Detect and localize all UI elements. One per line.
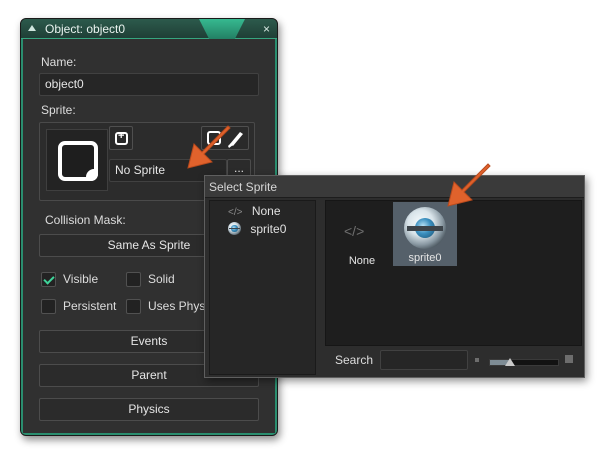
solid-checkbox[interactable] — [126, 272, 141, 287]
tree-item-none[interactable]: </> None — [228, 204, 281, 218]
grid-tile-label: sprite0 — [408, 252, 442, 264]
sprite-preview — [46, 129, 108, 191]
window-border-left — [21, 39, 23, 435]
persistent-label: Persistent — [63, 299, 117, 313]
sprite-tree-panel: </> None sprite0 — [209, 200, 316, 375]
zoom-slider-thumb[interactable] — [505, 358, 516, 366]
grid-tile-label: None — [348, 255, 376, 267]
physics-button[interactable]: Physics — [39, 398, 259, 421]
visible-label: Visible — [63, 272, 99, 286]
window-border-bottom — [21, 433, 277, 435]
search-label: Search — [335, 353, 374, 367]
grid-tile-none[interactable]: </> None — [330, 205, 394, 269]
grid-tile-sprite0[interactable]: sprite0 — [393, 202, 457, 266]
sprite-label: Sprite: — [41, 103, 76, 117]
sprite-grid-panel: </> None sprite0 — [325, 200, 582, 346]
select-sprite-popup: Select Sprite </> None sprite0 </> None … — [204, 175, 585, 378]
annotation-arrow-sprite-field — [187, 125, 231, 169]
zoom-in-icon[interactable] — [565, 355, 573, 363]
annotation-arrow-sprite0 — [447, 163, 491, 207]
select-sprite-title: Select Sprite — [209, 180, 278, 194]
name-label: Name: — [41, 55, 77, 69]
uses-physics-checkbox[interactable] — [126, 299, 141, 314]
select-sprite-titlebar[interactable]: Select Sprite — [205, 176, 584, 198]
search-input[interactable] — [380, 350, 468, 370]
no-sprite-placeholder-icon — [58, 141, 98, 181]
object-window-title: Object: object0 — [45, 22, 126, 36]
zoom-slider[interactable] — [489, 358, 559, 366]
code-brackets-icon: </> — [344, 223, 365, 239]
collision-mask-label: Collision Mask: — [45, 213, 126, 227]
tree-item-label: sprite0 — [250, 222, 287, 236]
code-brackets-icon: </> — [228, 207, 243, 218]
collapse-triangle-icon[interactable] — [28, 25, 36, 31]
tree-item-label: None — [251, 204, 281, 218]
sprite-sphere-icon — [228, 222, 241, 235]
name-input[interactable]: object0 — [39, 73, 259, 96]
tree-item-sprite0[interactable]: sprite0 — [228, 222, 286, 236]
new-sprite-button[interactable] — [109, 126, 133, 150]
solid-label: Solid — [148, 272, 175, 286]
titlebar-drag-notch[interactable] — [199, 19, 245, 39]
sprite-sphere-icon — [404, 207, 446, 249]
zoom-out-icon[interactable] — [475, 358, 479, 362]
uses-physics-label: Uses Phys — [148, 299, 206, 313]
new-sprite-icon — [115, 130, 128, 145]
object-window-titlebar[interactable]: Object: object0 × — [21, 19, 277, 39]
persistent-checkbox[interactable] — [41, 299, 56, 314]
close-icon[interactable]: × — [263, 22, 270, 36]
visible-checkbox[interactable] — [41, 272, 56, 287]
